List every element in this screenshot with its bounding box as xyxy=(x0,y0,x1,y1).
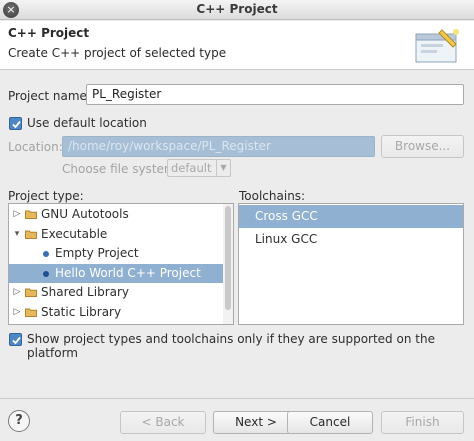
back-button[interactable]: < Back xyxy=(120,411,206,434)
checkmark-icon xyxy=(12,120,21,129)
project-name-label: Project name: xyxy=(8,89,91,103)
finish-button[interactable]: Finish xyxy=(381,411,464,434)
tree-item-label: Shared Library xyxy=(41,285,130,299)
use-default-location-checkbox[interactable] xyxy=(9,117,22,130)
location-input[interactable]: /home/roy/workspace/PL_Register xyxy=(62,136,375,157)
use-default-location-label: Use default location xyxy=(27,116,147,130)
tree-item-label: Static Library xyxy=(41,304,122,319)
expand-right-icon[interactable]: ▷ xyxy=(11,303,23,322)
location-label: Location: xyxy=(8,140,63,154)
window-title: C++ Project xyxy=(196,2,278,16)
toolchains-list[interactable]: Cross GCC Linux GCC xyxy=(238,203,464,325)
chevron-down-icon: ▼ xyxy=(216,160,230,176)
divider xyxy=(0,398,474,399)
title-bar: × C++ Project xyxy=(0,0,474,20)
tree-item[interactable]: ▷ Static Library xyxy=(9,303,223,322)
page-title: C++ Project xyxy=(8,26,90,40)
tree-item[interactable]: ▾ Executable xyxy=(9,225,223,244)
tree-item-label: GNU Autotools xyxy=(41,207,129,221)
tree-item[interactable]: ▷ Shared Library xyxy=(9,283,223,302)
folder-icon xyxy=(25,288,37,297)
bullet-icon xyxy=(43,270,49,277)
page-description: Create C++ project of selected type xyxy=(8,46,227,60)
tree-item-label: Hello World C++ Project xyxy=(55,265,201,280)
folder-icon xyxy=(25,230,37,239)
expand-right-icon[interactable]: ▷ xyxy=(11,283,23,302)
expand-right-icon[interactable]: ▷ xyxy=(11,205,23,224)
project-type-scrollbar[interactable] xyxy=(223,204,233,324)
tree-item-label: Empty Project xyxy=(55,246,139,260)
folder-icon xyxy=(25,210,37,219)
wizard-header: C++ Project Create C++ project of select… xyxy=(0,21,474,70)
wizard-banner-icon xyxy=(415,29,459,63)
tree-item-label: Executable xyxy=(41,226,108,241)
project-name-input[interactable]: PL_Register xyxy=(86,84,464,105)
project-type-tree[interactable]: ▷ GNU Autotools ▾ Executable Empty Project He… xyxy=(8,203,234,325)
help-icon[interactable]: ? xyxy=(8,410,30,432)
file-system-select[interactable]: default ▼ xyxy=(167,159,231,177)
scroll-thumb[interactable] xyxy=(225,206,231,310)
tree-item[interactable]: ▷ GNU Autotools xyxy=(9,205,223,224)
cancel-button[interactable]: Cancel xyxy=(287,411,373,434)
tree-item[interactable]: Hello World C++ Project xyxy=(9,263,223,283)
file-system-label: Choose file system: xyxy=(62,162,180,176)
expand-down-icon[interactable]: ▾ xyxy=(11,225,23,244)
file-system-value: default xyxy=(171,161,212,175)
folder-icon xyxy=(25,308,37,317)
browse-button[interactable]: Browse... xyxy=(381,135,464,158)
toolchains-label: Toolchains: xyxy=(239,189,306,203)
bullet-icon xyxy=(43,251,49,257)
checkmark-icon xyxy=(12,336,21,345)
project-type-label: Project type: xyxy=(8,189,84,203)
tree-item[interactable]: Empty Project xyxy=(9,244,223,263)
toolchain-item[interactable]: Linux GCC xyxy=(239,228,463,251)
toolchain-item[interactable]: Cross GCC xyxy=(239,205,463,228)
show-supported-label: Show project types and toolchains only i… xyxy=(27,332,435,360)
show-supported-checkbox[interactable] xyxy=(9,333,22,346)
